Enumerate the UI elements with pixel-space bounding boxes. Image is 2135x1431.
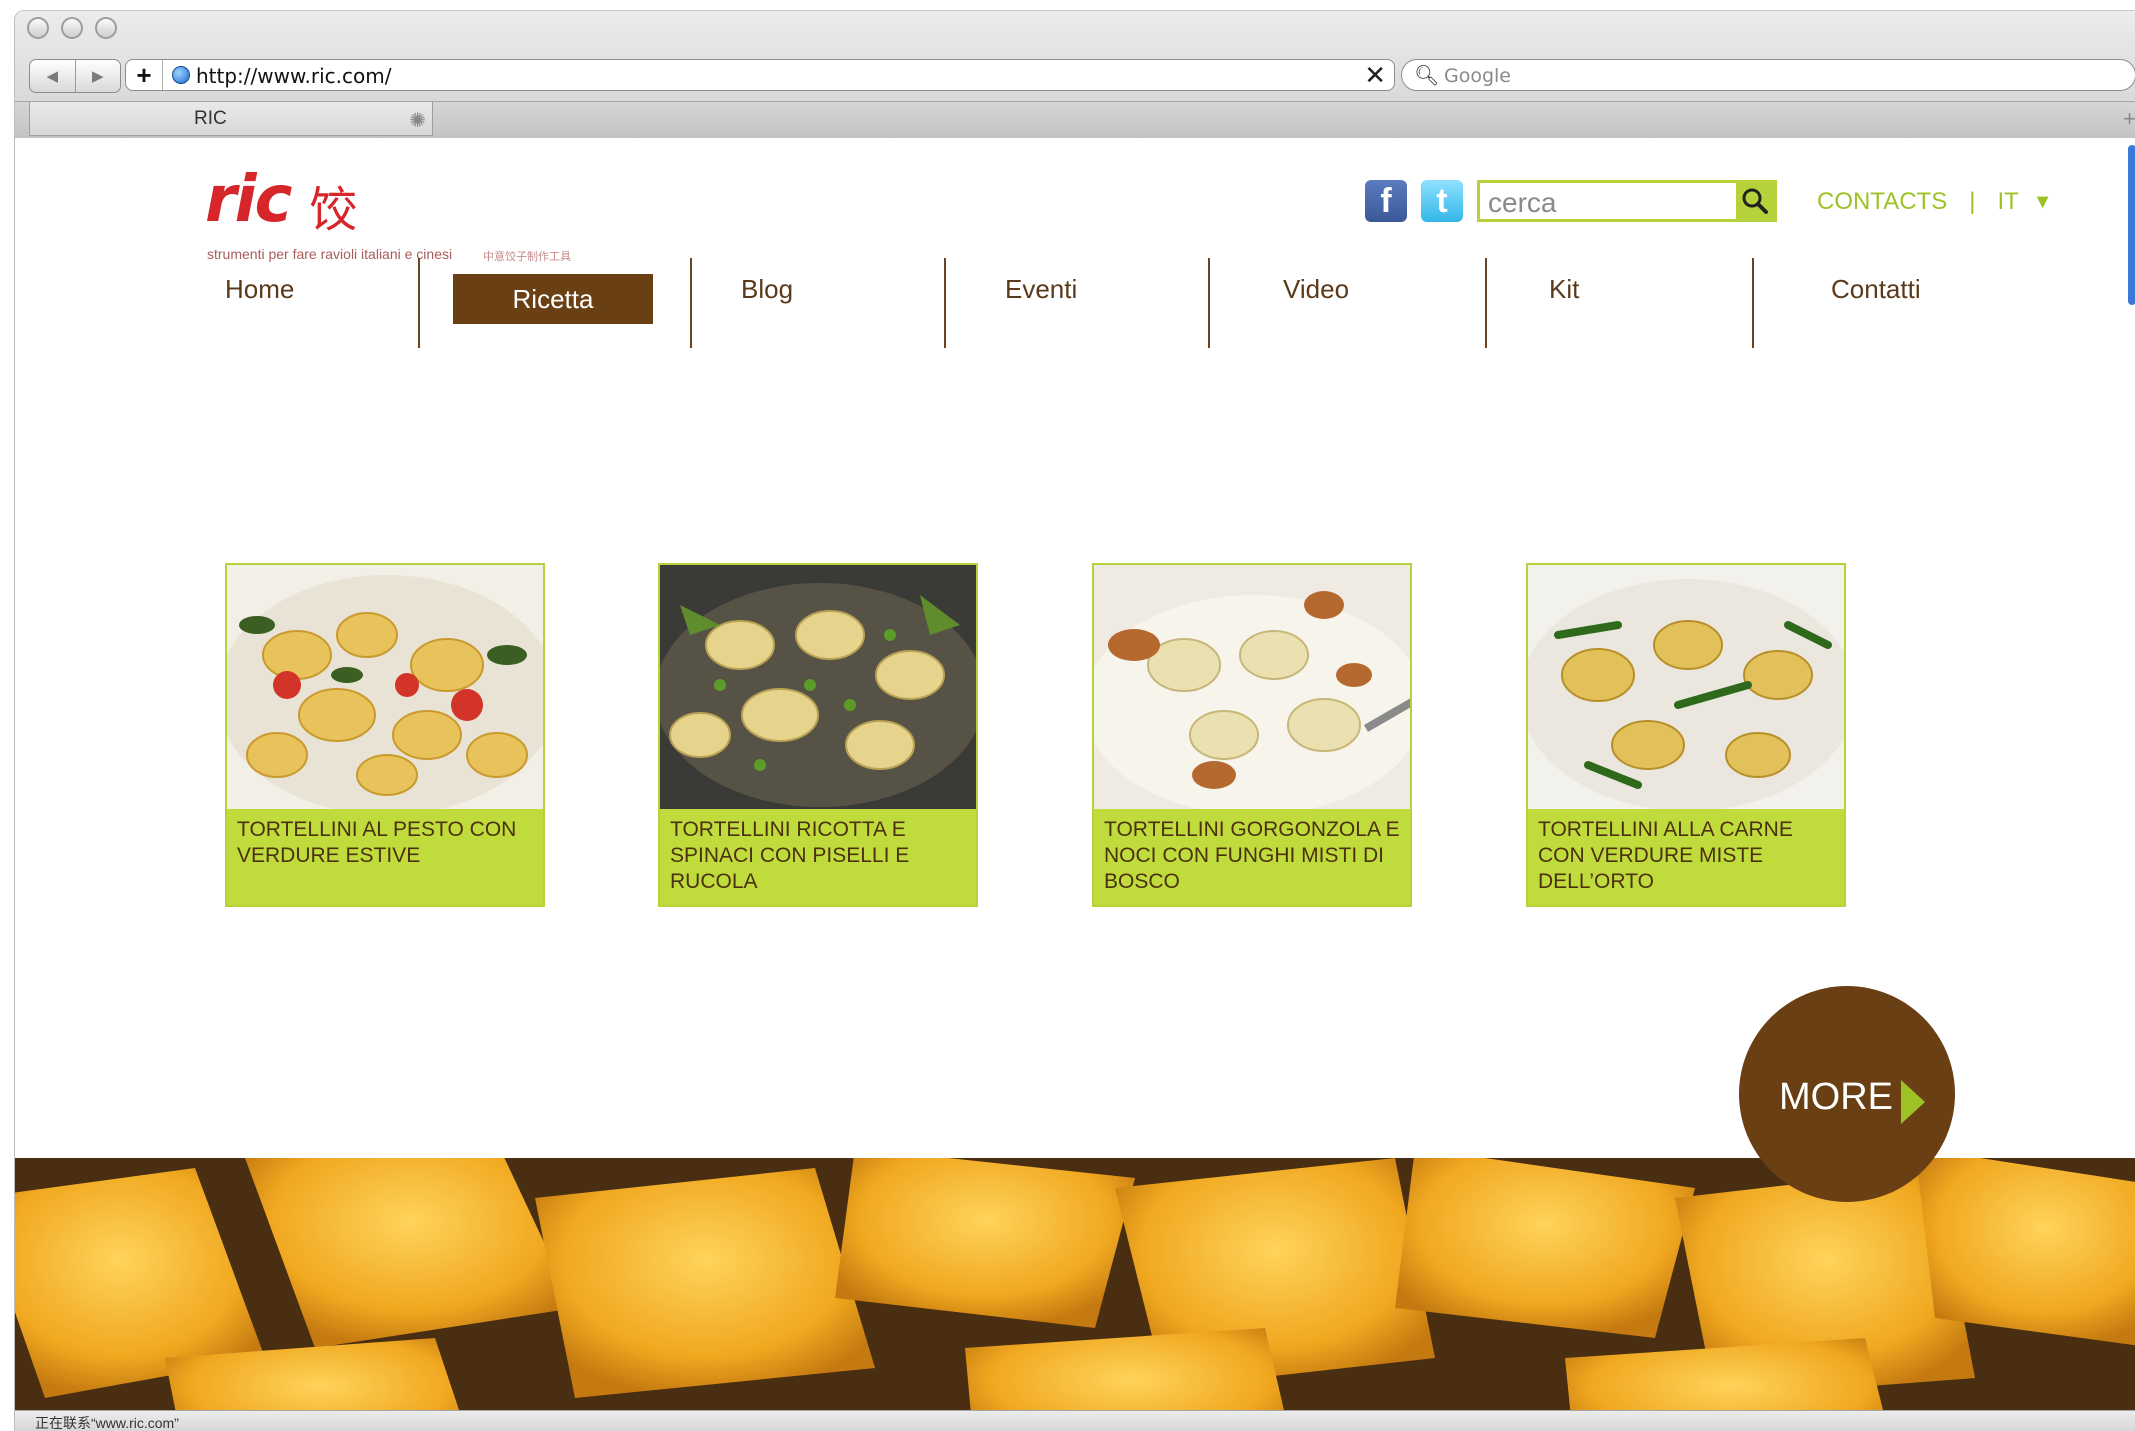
recipe-card[interactable]: TORTELLINI ALLA CARNE CON VERDURE MISTE …	[1526, 563, 1846, 907]
back-button[interactable]: ◀	[30, 60, 76, 92]
loading-spinner-icon: ✺	[409, 110, 426, 132]
close-window-icon[interactable]	[27, 17, 49, 39]
forward-button[interactable]: ▶	[76, 60, 121, 92]
browser-search-field[interactable]: 🔍︎ Google	[1401, 59, 2135, 91]
nav-item-label: Video	[1283, 274, 1350, 304]
logo-chinese-glyph: 饺	[309, 182, 358, 238]
chevron-down-icon[interactable]: ▼	[2033, 191, 2053, 214]
recipe-card[interactable]: TORTELLINI GORGONZOLA E NOCI CON FUNGHI …	[1092, 563, 1412, 907]
twitter-icon[interactable]: t	[1421, 180, 1463, 222]
new-tab-icon[interactable]: +	[2123, 106, 2135, 132]
browser-toolbar: ◀ ▶ + http://www.ric.com/ ✕ 🔍︎ Google RI…	[15, 11, 2135, 138]
tab-title: RIC	[194, 108, 227, 129]
url-text[interactable]: http://www.ric.com/	[196, 64, 391, 88]
nav-divider	[418, 258, 420, 348]
more-button[interactable]: MORE	[1739, 986, 1955, 1202]
add-bookmark-icon[interactable]: +	[126, 60, 163, 90]
zoom-window-icon[interactable]	[95, 17, 117, 39]
nav-item-label: Home	[225, 274, 295, 304]
recipe-title[interactable]: TORTELLINI RICOTTA E SPINACI CON PISELLI…	[670, 817, 970, 895]
site-globe-icon	[172, 66, 190, 84]
more-button-label: MORE	[1779, 1076, 1893, 1118]
history-buttons: ◀ ▶	[29, 59, 121, 93]
tab-ric[interactable]: RIC ✺	[29, 102, 433, 136]
recipe-title[interactable]: TORTELLINI AL PESTO CON VERDURE ESTIVE	[237, 817, 537, 869]
recipe-photo[interactable]	[227, 565, 543, 809]
window-controls	[27, 17, 117, 39]
top-links-divider: |	[1969, 188, 1976, 215]
social-links: f t	[1365, 180, 1463, 222]
nav-divider	[690, 258, 692, 348]
recipe-photo[interactable]	[660, 565, 976, 809]
tab-bar: RIC ✺ +	[15, 101, 2135, 138]
nav-divider	[1485, 258, 1487, 348]
recipe-card[interactable]: TORTELLINI AL PESTO CON VERDURE ESTIVE	[225, 563, 545, 907]
nav-divider	[1208, 258, 1210, 348]
recipe-title[interactable]: TORTELLINI GORGONZOLA E NOCI CON FUNGHI …	[1104, 817, 1404, 895]
nav-item-label: Eventi	[1005, 274, 1078, 304]
status-bar: 正在联系“www.ric.com”	[15, 1410, 2135, 1431]
browser-window: ◀ ▶ + http://www.ric.com/ ✕ 🔍︎ Google RI…	[14, 10, 2135, 1431]
site-search-input[interactable]	[1486, 187, 1726, 219]
recipe-photo[interactable]	[1528, 565, 1844, 809]
nav-item-label: Ricetta	[512, 283, 594, 314]
logo-wordmark: ric	[205, 163, 292, 237]
stop-loading-icon[interactable]: ✕	[1364, 60, 1386, 90]
recipe-title[interactable]: TORTELLINI ALLA CARNE CON VERDURE MISTE …	[1538, 817, 1838, 895]
nav-item-label: Blog	[741, 274, 794, 304]
status-text: 正在联系“www.ric.com”	[35, 1415, 179, 1431]
language-selector[interactable]: IT	[1997, 188, 2018, 216]
page-scrollbar[interactable]	[2128, 145, 2135, 305]
nav-item-label: Kit	[1549, 274, 1580, 304]
nav-item-ricetta[interactable]: Ricetta	[453, 274, 653, 324]
nav-item-label: Contatti	[1831, 274, 1921, 304]
site-search	[1477, 180, 1777, 222]
search-icon	[1742, 188, 1768, 214]
facebook-icon[interactable]: f	[1365, 180, 1407, 222]
main-navigation: Home Ricetta Blog Eventi Video Kit Conta…	[15, 258, 2135, 348]
search-icon[interactable]: 🔍︎	[1414, 63, 1439, 88]
top-links: CONTACTS | IT ▼	[1817, 188, 2053, 216]
address-bar[interactable]: + http://www.ric.com/ ✕	[125, 59, 1395, 91]
site-logo[interactable]: ric 饺 strumenti per fare ravioli italian…	[205, 168, 571, 263]
minimize-window-icon[interactable]	[61, 17, 83, 39]
nav-divider	[1752, 258, 1754, 348]
nav-divider	[944, 258, 946, 348]
arrow-right-icon	[1901, 1080, 1925, 1124]
site-search-button[interactable]	[1736, 183, 1774, 219]
contacts-link[interactable]: CONTACTS	[1817, 188, 1947, 216]
recipe-card[interactable]: TORTELLINI RICOTTA E SPINACI CON PISELLI…	[658, 563, 978, 907]
recipe-photo[interactable]	[1094, 565, 1410, 809]
web-page: ric 饺 strumenti per fare ravioli italian…	[15, 138, 2135, 1410]
browser-search-placeholder: Google	[1444, 65, 1512, 87]
